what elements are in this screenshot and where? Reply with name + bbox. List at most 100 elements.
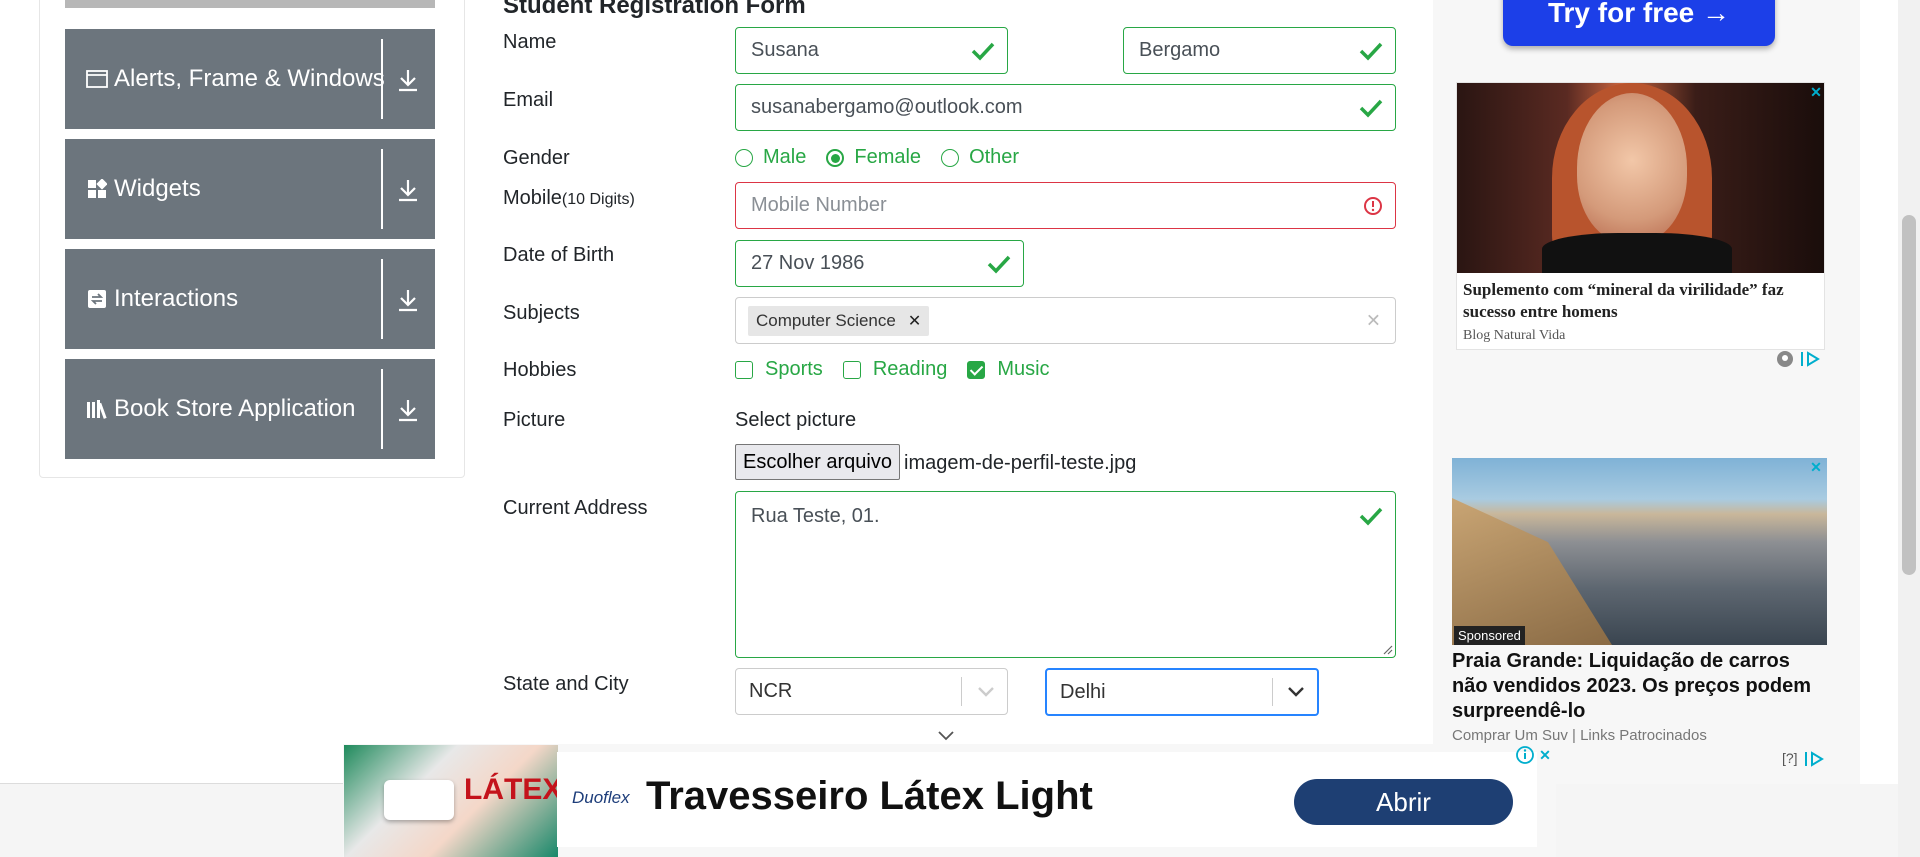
state-city-label: State and City [503,673,629,695]
checkbox[interactable] [842,360,861,379]
gender-female-label: Female [854,146,922,168]
check-icon [971,42,995,61]
gender-male-option[interactable]: Male [735,146,806,169]
banner-title[interactable]: Travesseiro Látex Light [646,774,1093,819]
hobby-reading-label: Reading [872,358,948,380]
banner-open-button[interactable]: Abrir [1294,779,1513,825]
hobby-sports-option[interactable]: Sports [735,358,823,381]
ad-source: Blog Natural Vida [1463,328,1566,343]
sidebar-group-alerts[interactable]: Alerts, Frame & Windows [65,29,435,129]
resize-handle-icon[interactable] [1381,643,1393,655]
email-input[interactable]: susanabergamo@outlook.com [735,84,1396,131]
divider [381,39,383,119]
sidebar-group-label: Alerts, Frame & Windows [114,65,385,92]
ad-choices-icon[interactable] [1776,350,1794,368]
first-name-input[interactable]: Susana [735,27,1008,74]
chevron-down-icon[interactable] [937,730,955,742]
state-select[interactable]: NCR [735,668,1008,715]
sidebar-group-widgets[interactable]: Widgets [65,139,435,239]
check-icon [1359,99,1383,118]
hobby-reading-option[interactable]: Reading [842,358,948,381]
ad-image [1457,83,1824,273]
gender-male-label: Male [763,146,807,168]
ad-help-link[interactable]: [?] [1782,750,1798,766]
sidebar-group-label: Interactions [114,285,239,312]
ad-image: Sponsored [1452,458,1827,645]
divider [961,677,962,706]
widgets-icon [86,178,108,200]
ad-headline[interactable]: Praia Grande: Liquidação de carros não v… [1452,649,1827,724]
radio-button[interactable] [941,148,960,167]
state-value: NCR [749,680,793,702]
try-for-free-button[interactable]: Try for free → [1503,0,1775,46]
radio-button[interactable] [735,148,753,167]
adchoices-icon[interactable] [1800,351,1822,367]
page-title: Student Registration Form [503,0,806,19]
banner-brand: Duoflex [572,788,630,807]
checkbox-checked[interactable] [967,360,986,379]
gender-other-label: Other [969,146,1020,168]
name-label: Name [503,31,557,53]
sidebar-group-label: Widgets [114,175,201,202]
subjects-input[interactable]: Computer Science ✕ ✕ [735,297,1396,344]
download-icon[interactable] [395,397,421,423]
ad-close-icon[interactable]: ✕ [1808,84,1824,100]
ad-image-coat [1542,233,1732,273]
subject-chip: Computer Science ✕ [748,305,930,336]
divider [381,369,383,449]
checkbox[interactable] [735,360,753,379]
footer-area [1556,784,1898,857]
email-label: Email [503,89,554,111]
download-icon[interactable] [395,287,421,313]
chevron-down-icon [1288,687,1304,697]
dob-value: 27 Nov 1986 [751,252,865,274]
mobile-label-text: Mobile [503,187,562,209]
address-textarea[interactable]: Rua Teste, 01. [735,491,1396,658]
address-label: Current Address [503,497,648,519]
ad-card-supplement[interactable]: Suplemento com “mineral da virilidade” f… [1456,82,1825,350]
radio-button-selected[interactable] [826,148,845,167]
mobile-placeholder: Mobile Number [751,194,887,216]
divider [1272,678,1273,706]
pillow-shape [384,780,454,820]
city-select[interactable]: Delhi [1045,668,1319,716]
banner-close-icon[interactable]: ✕ [1537,747,1553,763]
banner-image-text: LÁTEX [464,773,558,806]
sidebar-group-label: Book Store Application [114,395,356,422]
gender-other-option[interactable]: Other [941,146,1019,169]
error-icon [1364,196,1382,215]
last-name-input[interactable]: Bergamo [1123,27,1396,74]
hobbies-checkbox-group: Sports Reading Music [735,358,1070,381]
sponsored-badge: Sponsored [1454,626,1525,645]
dob-input[interactable]: 27 Nov 1986 [735,240,1024,287]
banner-product-image: LÁTEX [344,745,558,857]
ad-card-cars[interactable]: Sponsored Praia Grande: Liquidação de ca… [1452,458,1827,758]
download-icon[interactable] [395,67,421,93]
check-icon [1359,507,1383,526]
select-picture-label: Select picture [735,409,857,431]
hobbies-label: Hobbies [503,359,577,381]
sidebar-group-interactions[interactable]: Interactions [65,249,435,349]
clear-icon[interactable]: ✕ [1366,310,1381,331]
check-icon [987,255,1011,274]
first-name-value: Susana [751,39,819,61]
mobile-input[interactable]: Mobile Number [735,182,1396,229]
choose-file-button[interactable]: Escolher arquivo [735,444,900,480]
ad-headline[interactable]: Suplemento com “mineral da virilidade” f… [1463,279,1818,323]
gender-radio-group: Male Female Other [735,146,1039,169]
footer-area [0,784,343,857]
info-icon[interactable] [1516,746,1534,764]
sidebar-group-bookstore[interactable]: Book Store Application [65,359,435,459]
hobby-music-option[interactable]: Music [967,358,1050,381]
interactions-icon [86,288,108,310]
divider [381,149,383,229]
scrollbar-thumb[interactable] [1902,215,1916,575]
books-icon [86,398,108,420]
adchoices-icon[interactable] [1804,751,1826,767]
download-icon[interactable] [395,177,421,203]
sidebar-group-collapsed-bar[interactable] [65,0,435,8]
address-value: Rua Teste, 01. [751,505,880,527]
gender-female-option[interactable]: Female [826,146,921,169]
ad-close-icon[interactable]: ✕ [1808,459,1824,475]
remove-chip-icon[interactable]: ✕ [908,311,921,331]
